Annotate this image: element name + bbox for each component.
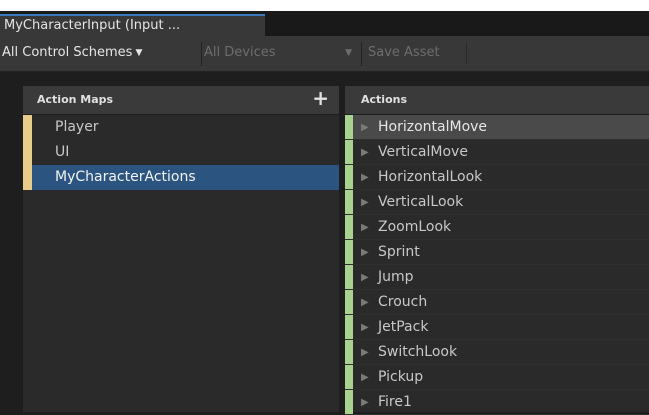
action-marker (345, 340, 353, 364)
action-marker (345, 115, 353, 139)
action-item[interactable]: ▶ Pickup (345, 365, 649, 390)
control-schemes-label: All Control Schemes (2, 45, 133, 60)
action-label: Sprint (378, 244, 420, 260)
toolbar-divider (361, 42, 362, 66)
control-schemes-dropdown[interactable]: All Control Schemes ▼ (2, 42, 142, 64)
action-item[interactable]: ▶ Fire1 (345, 390, 649, 415)
action-marker (345, 190, 353, 214)
action-item[interactable]: ▶ HorizontalLook (345, 165, 649, 190)
action-label: Pickup (378, 369, 424, 385)
action-map-item-player[interactable]: Player (23, 115, 339, 140)
map-marker (23, 140, 32, 165)
triangle-right-icon[interactable]: ▶ (361, 265, 369, 290)
save-asset-label: Save Asset (368, 45, 440, 60)
action-maps-header: Action Maps + (23, 86, 339, 115)
action-item[interactable]: ▶ VerticalLook (345, 190, 649, 215)
action-marker (345, 165, 353, 189)
triangle-right-icon[interactable]: ▶ (361, 390, 369, 415)
action-marker (345, 240, 353, 264)
action-label: VerticalLook (378, 194, 464, 210)
plus-icon[interactable]: + (312, 84, 329, 112)
triangle-right-icon[interactable]: ▶ (361, 215, 369, 240)
action-marker (345, 215, 353, 239)
action-marker (345, 365, 353, 389)
action-label: Crouch (378, 294, 428, 310)
toolbar-divider (201, 42, 202, 66)
triangle-right-icon[interactable]: ▶ (361, 290, 369, 315)
action-map-item-ui[interactable]: UI (23, 140, 339, 165)
triangle-right-icon[interactable]: ▶ (361, 315, 369, 340)
actions-title: Actions (361, 93, 407, 106)
tab-title: MyCharacterInput (Input ... (4, 18, 181, 33)
devices-label: All Devices (204, 45, 276, 60)
devices-dropdown[interactable]: All Devices ▼ (204, 42, 354, 64)
action-item[interactable]: ▶ ZoomLook (345, 215, 649, 240)
triangle-right-icon[interactable]: ▶ (361, 165, 369, 190)
action-item[interactable]: ▶ Jump (345, 265, 649, 290)
editor-tab[interactable]: MyCharacterInput (Input ... (0, 14, 265, 36)
action-marker (345, 315, 353, 339)
action-label: Jump (378, 269, 414, 285)
triangle-right-icon[interactable]: ▶ (361, 365, 369, 390)
action-marker (345, 265, 353, 289)
action-map-label: MyCharacterActions (55, 169, 196, 185)
action-label: JetPack (378, 319, 429, 335)
action-item[interactable]: ▶ HorizontalMove (345, 115, 649, 140)
action-label: ZoomLook (378, 219, 452, 235)
save-asset-button[interactable]: Save Asset (363, 42, 467, 64)
triangle-right-icon[interactable]: ▶ (361, 190, 369, 215)
action-item[interactable]: ▶ JetPack (345, 315, 649, 340)
actions-panel: Actions ▶ HorizontalMove ▶ VerticalMove … (345, 86, 649, 415)
caret-down-icon: ▼ (345, 48, 352, 58)
action-map-item-mycharacteractions[interactable]: MyCharacterActions (23, 165, 339, 190)
map-marker (23, 165, 32, 190)
action-item[interactable]: ▶ SwitchLook (345, 340, 649, 365)
action-label: HorizontalMove (378, 119, 488, 135)
action-label: VerticalMove (378, 144, 468, 160)
action-map-label: Player (55, 119, 99, 135)
actions-header: Actions (345, 86, 649, 115)
action-item[interactable]: ▶ Sprint (345, 240, 649, 265)
triangle-right-icon[interactable]: ▶ (361, 115, 369, 140)
toolbar: All Control Schemes ▼ All Devices ▼ Save … (0, 36, 649, 72)
action-label: Fire1 (378, 394, 412, 410)
action-maps-panel: Action Maps + Player UI MyCharacterActio… (23, 86, 339, 412)
triangle-right-icon[interactable]: ▶ (361, 240, 369, 265)
map-marker (23, 115, 32, 140)
action-item[interactable]: ▶ Crouch (345, 290, 649, 315)
triangle-right-icon[interactable]: ▶ (361, 140, 369, 165)
action-marker (345, 140, 353, 164)
action-label: SwitchLook (378, 344, 458, 360)
caret-down-icon: ▼ (135, 48, 143, 58)
action-map-label: UI (55, 144, 70, 160)
action-marker (345, 290, 353, 314)
action-marker (345, 390, 353, 414)
action-item[interactable]: ▶ VerticalMove (345, 140, 649, 165)
action-label: HorizontalLook (378, 169, 483, 185)
action-maps-title: Action Maps (37, 93, 114, 106)
triangle-right-icon[interactable]: ▶ (361, 340, 369, 365)
